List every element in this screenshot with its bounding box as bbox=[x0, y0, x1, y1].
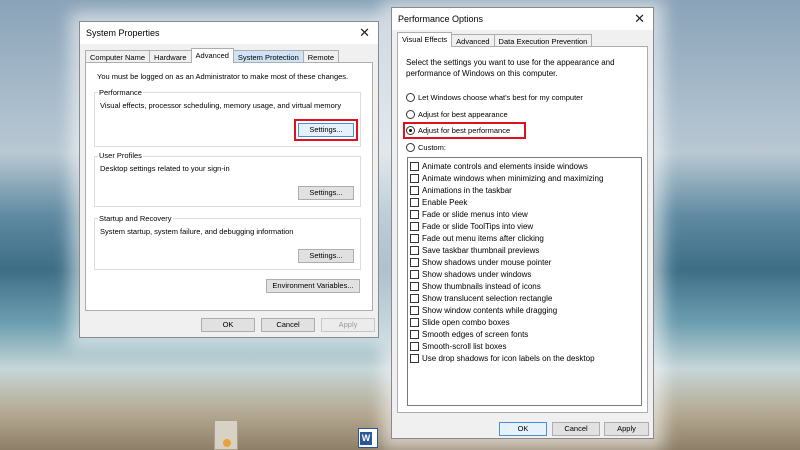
checkbox-item[interactable]: Enable Peek bbox=[410, 196, 467, 208]
visual-effects-panel: Select the settings you want to use for … bbox=[397, 46, 648, 413]
checkbox-label: Animations in the taskbar bbox=[422, 185, 512, 195]
checkbox-item[interactable]: Use drop shadows for icon labels on the … bbox=[410, 352, 595, 364]
checkbox[interactable] bbox=[410, 173, 419, 183]
checkbox[interactable] bbox=[410, 329, 419, 339]
checkbox[interactable] bbox=[410, 257, 419, 267]
performance-options-apply-button[interactable]: Apply bbox=[604, 422, 649, 436]
radio-custom[interactable]: Custom: bbox=[406, 143, 446, 152]
system-properties-cancel-button[interactable]: Cancel bbox=[261, 318, 315, 332]
system-properties-titlebar: System Properties ✕ bbox=[80, 22, 378, 44]
checkbox[interactable] bbox=[410, 161, 419, 171]
checkbox-label: Show shadows under windows bbox=[422, 269, 532, 279]
system-properties-tabs: Computer Name Hardware Advanced System P… bbox=[85, 48, 340, 63]
performance-settings-highlight bbox=[294, 119, 358, 141]
radio-label: Custom: bbox=[418, 143, 446, 152]
checkbox-item[interactable]: Show thumbnails instead of icons bbox=[410, 280, 541, 292]
intro-text-line2: performance of Windows on this computer. bbox=[406, 69, 558, 78]
performance-options-cancel-button[interactable]: Cancel bbox=[552, 422, 600, 436]
checkbox-item[interactable]: Smooth-scroll list boxes bbox=[410, 340, 506, 352]
checkbox-label: Show thumbnails instead of icons bbox=[422, 281, 541, 291]
checkbox-label: Show window contents while dragging bbox=[422, 305, 558, 315]
word-icon[interactable]: W bbox=[358, 428, 378, 448]
intro-text-line1: Select the settings you want to use for … bbox=[406, 58, 615, 67]
performance-options-dialog: Performance Options ✕ Visual Effects Adv… bbox=[391, 7, 654, 439]
close-icon[interactable]: ✕ bbox=[359, 25, 370, 41]
checkbox-item[interactable]: Slide open combo boxes bbox=[410, 316, 510, 328]
checkbox-label: Show translucent selection rectangle bbox=[422, 293, 553, 303]
checkbox-label: Slide open combo boxes bbox=[422, 317, 510, 327]
checkbox-item[interactable]: Show window contents while dragging bbox=[410, 304, 557, 316]
tab-advanced[interactable]: Advanced bbox=[190, 48, 234, 63]
checkbox-item[interactable]: Animate controls and elements inside win… bbox=[410, 160, 588, 172]
checkbox-label: Enable Peek bbox=[422, 197, 468, 207]
radio-button[interactable] bbox=[406, 143, 415, 152]
checkbox-item[interactable]: Save taskbar thumbnail previews bbox=[410, 244, 539, 256]
checkbox-item[interactable]: Fade or slide ToolTips into view bbox=[410, 220, 533, 232]
advanced-tab-panel: You must be logged on as an Administrato… bbox=[85, 62, 373, 311]
checkbox-item[interactable]: Show shadows under windows bbox=[410, 268, 531, 280]
close-icon[interactable]: ✕ bbox=[634, 11, 645, 27]
checkbox-label: Animate controls and elements inside win… bbox=[422, 161, 588, 171]
startup-recovery-settings-button[interactable]: Settings... bbox=[298, 249, 354, 263]
performance-options-ok-button[interactable]: OK bbox=[499, 422, 547, 436]
user-profiles-desc: Desktop settings related to your sign-in bbox=[100, 164, 230, 173]
checkbox-label: Fade or slide menus into view bbox=[422, 209, 528, 219]
system-properties-ok-button[interactable]: OK bbox=[201, 318, 255, 332]
checkbox-label: Animate windows when minimizing and maxi… bbox=[422, 173, 604, 183]
checkbox[interactable] bbox=[410, 245, 419, 255]
checkbox-label: Fade out menu items after clicking bbox=[422, 233, 544, 243]
checkbox-label: Show shadows under mouse pointer bbox=[422, 257, 552, 267]
checkbox-label: Use drop shadows for icon labels on the … bbox=[422, 353, 595, 363]
checkbox-label: Smooth-scroll list boxes bbox=[422, 341, 507, 351]
checkbox[interactable] bbox=[410, 293, 419, 303]
checkbox-label: Fade or slide ToolTips into view bbox=[422, 221, 534, 231]
admin-note: You must be logged on as an Administrato… bbox=[97, 72, 349, 81]
tab-visual-effects[interactable]: Visual Effects bbox=[397, 32, 453, 47]
radio-best-appearance[interactable]: Adjust for best appearance bbox=[406, 110, 508, 119]
performance-options-title: Performance Options bbox=[398, 14, 484, 24]
performance-desc: Visual effects, processor scheduling, me… bbox=[100, 101, 342, 110]
performance-options-tabs: Visual Effects Advanced Data Execution P… bbox=[397, 32, 593, 47]
checkbox[interactable] bbox=[410, 353, 419, 363]
checkbox-label: Save taskbar thumbnail previews bbox=[422, 245, 540, 255]
checkbox[interactable] bbox=[410, 317, 419, 327]
checkbox-item[interactable]: Fade or slide menus into view bbox=[410, 208, 528, 220]
checkbox-item[interactable]: Smooth edges of screen fonts bbox=[410, 328, 528, 340]
checkbox[interactable] bbox=[410, 197, 419, 207]
checkbox-item[interactable]: Fade out menu items after clicking bbox=[410, 232, 544, 244]
best-performance-highlight bbox=[403, 122, 526, 139]
startup-recovery-desc: System startup, system failure, and debu… bbox=[100, 227, 294, 236]
performance-options-titlebar: Performance Options ✕ bbox=[392, 8, 653, 30]
system-properties-dialog: System Properties ✕ Computer Name Hardwa… bbox=[79, 21, 379, 338]
checkbox[interactable] bbox=[410, 305, 419, 315]
performance-group-title: Performance bbox=[98, 88, 143, 97]
checkbox-item[interactable]: Animations in the taskbar bbox=[410, 184, 512, 196]
system-properties-apply-button[interactable]: Apply bbox=[321, 318, 375, 332]
radio-label: Let Windows choose what's best for my co… bbox=[418, 93, 583, 102]
folder-icon[interactable] bbox=[214, 420, 238, 450]
checkbox-item[interactable]: Show translucent selection rectangle bbox=[410, 292, 552, 304]
checkbox[interactable] bbox=[410, 281, 419, 291]
startup-recovery-group-title: Startup and Recovery bbox=[98, 214, 173, 223]
checkbox-item[interactable]: Show shadows under mouse pointer bbox=[410, 256, 551, 268]
checkbox[interactable] bbox=[410, 341, 419, 351]
environment-variables-button[interactable]: Environment Variables... bbox=[266, 279, 360, 293]
radio-let-windows-choose[interactable]: Let Windows choose what's best for my co… bbox=[406, 93, 583, 102]
system-properties-title: System Properties bbox=[86, 28, 160, 38]
user-profiles-group-title: User Profiles bbox=[98, 151, 143, 160]
radio-button[interactable] bbox=[406, 93, 415, 102]
checkbox[interactable] bbox=[410, 233, 419, 243]
checkbox[interactable] bbox=[410, 221, 419, 231]
checkbox[interactable] bbox=[410, 209, 419, 219]
checkbox[interactable] bbox=[410, 269, 419, 279]
user-profiles-settings-button[interactable]: Settings... bbox=[298, 186, 354, 200]
checkbox-label: Smooth edges of screen fonts bbox=[422, 329, 529, 339]
radio-label: Adjust for best appearance bbox=[418, 110, 508, 119]
checkbox-item[interactable]: Animate windows when minimizing and maxi… bbox=[410, 172, 603, 184]
checkbox[interactable] bbox=[410, 185, 419, 195]
radio-button[interactable] bbox=[406, 110, 415, 119]
visual-effects-checkbox-list[interactable]: Animate controls and elements inside win… bbox=[407, 157, 642, 406]
